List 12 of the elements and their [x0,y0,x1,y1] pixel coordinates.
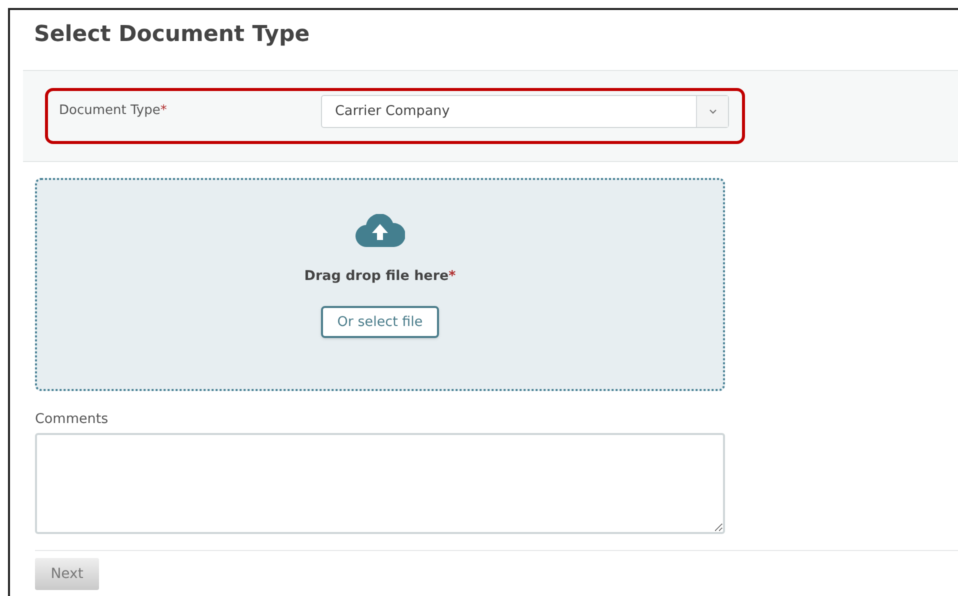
required-mark: * [448,267,456,286]
file-dropzone[interactable]: Drag drop file here* Or select file [35,178,725,391]
page-title: Select Document Type [34,21,310,49]
select-file-button[interactable]: Or select file [321,306,439,338]
dropzone-text: Drag drop file here [304,267,449,286]
field-label: Document Type [59,102,160,120]
comments-field[interactable] [35,433,725,534]
required-mark: * [160,102,167,120]
chevron-down-icon [708,109,716,114]
document-type-select[interactable]: Carrier Company [321,95,729,128]
cloud-upload-icon [355,214,405,248]
comments-label: Comments [35,410,108,429]
